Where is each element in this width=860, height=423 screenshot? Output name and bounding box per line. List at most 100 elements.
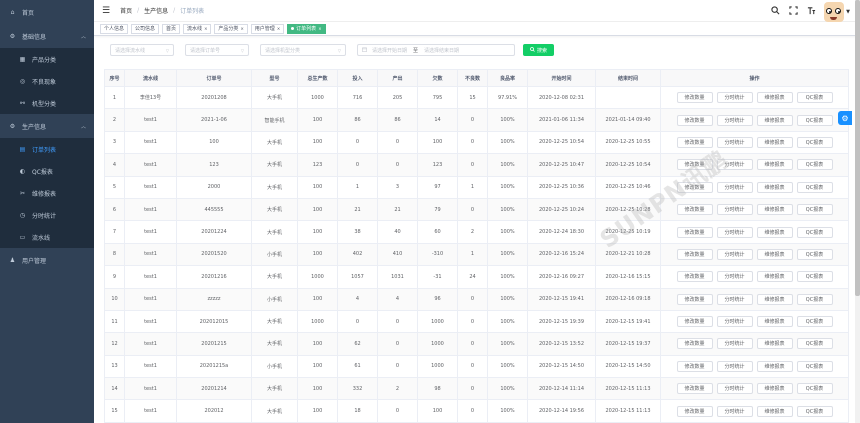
edit-quantity-button[interactable]: 修改数量	[676, 114, 713, 126]
time-stats-button[interactable]: 分时统计	[716, 114, 753, 126]
date-range-picker[interactable]: 请选择开始日期 至 请选择结束日期	[357, 44, 515, 56]
order-select[interactable]: 请选择订单号 ▽	[185, 44, 249, 56]
tag-item[interactable]: 流水线 ×	[183, 23, 212, 34]
qc-report-button[interactable]: QC报表	[796, 293, 833, 305]
close-icon[interactable]: ×	[318, 26, 321, 31]
sidebar-item[interactable]: ◎ 不良现象	[0, 70, 94, 92]
breadcrumb-home[interactable]: 首页	[120, 6, 132, 15]
repair-report-button[interactable]: 维修报表	[756, 114, 793, 126]
tag-item[interactable]: 用户管理 ×	[250, 23, 285, 34]
repair-report-button[interactable]: 维修报表	[756, 159, 793, 171]
start-date-placeholder[interactable]: 请选择开始日期	[372, 47, 407, 54]
edit-quantity-button[interactable]: 修改数量	[676, 204, 713, 216]
tag-item[interactable]: 公司信息	[131, 23, 160, 34]
search-button[interactable]: 搜索	[523, 44, 554, 56]
edit-quantity-button[interactable]: 修改数量	[676, 293, 713, 305]
qc-report-button[interactable]: QC报表	[796, 338, 833, 350]
time-stats-button[interactable]: 分时统计	[716, 136, 753, 148]
edit-quantity-button[interactable]: 修改数量	[676, 360, 713, 372]
time-stats-button[interactable]: 分时统计	[716, 226, 753, 238]
avatar[interactable]	[824, 2, 845, 22]
close-icon[interactable]: ×	[277, 26, 280, 31]
close-icon[interactable]: ×	[204, 26, 207, 31]
sidebar-item[interactable]: ◷ 分时统计	[0, 204, 94, 226]
caret-down-icon[interactable]: ▼	[846, 9, 850, 15]
edit-quantity-button[interactable]: 修改数量	[676, 181, 713, 193]
repair-report-button[interactable]: 维修报表	[756, 360, 793, 372]
repair-report-button[interactable]: 维修报表	[756, 92, 793, 104]
repair-report-button[interactable]: 维修报表	[756, 293, 793, 305]
edit-quantity-button[interactable]: 修改数量	[676, 316, 713, 328]
repair-report-button[interactable]: 维修报表	[756, 226, 793, 238]
qc-report-button[interactable]: QC报表	[796, 181, 833, 193]
sidebar-item[interactable]: ⌂ 首页	[0, 0, 94, 24]
scrollbar[interactable]	[855, 0, 860, 423]
time-stats-button[interactable]: 分时统计	[716, 271, 753, 283]
breadcrumb-production[interactable]: 生产信息	[144, 6, 168, 15]
time-stats-button[interactable]: 分时统计	[716, 338, 753, 350]
edit-quantity-button[interactable]: 修改数量	[676, 248, 713, 260]
sidebar-item[interactable]: ◐ QC报表	[0, 160, 94, 182]
time-stats-button[interactable]: 分时统计	[716, 92, 753, 104]
tag-item[interactable]: 订单列表 ×	[287, 23, 326, 34]
qc-report-button[interactable]: QC报表	[796, 204, 833, 216]
time-stats-button[interactable]: 分时统计	[716, 293, 753, 305]
sidebar-item[interactable]: ⚙ 生产信息 ︿	[0, 114, 94, 138]
sidebar-item[interactable]: ⚙ 基础信息 ︿	[0, 24, 94, 48]
close-icon[interactable]: ×	[240, 26, 243, 31]
qc-report-button[interactable]: QC报表	[796, 92, 833, 104]
edit-quantity-button[interactable]: 修改数量	[676, 338, 713, 350]
time-stats-button[interactable]: 分时统计	[716, 248, 753, 260]
sidebar-item[interactable]: ♟ 用户管理	[0, 248, 94, 272]
qc-report-button[interactable]: QC报表	[796, 360, 833, 372]
settings-fab[interactable]: ⚙	[838, 111, 852, 125]
time-stats-button[interactable]: 分时统计	[716, 383, 753, 395]
qc-report-button[interactable]: QC报表	[796, 114, 833, 126]
line-select[interactable]: 请选择流水线 ▽	[110, 44, 174, 56]
repair-report-button[interactable]: 维修报表	[756, 383, 793, 395]
repair-report-button[interactable]: 维修报表	[756, 136, 793, 148]
qc-report-button[interactable]: QC报表	[796, 316, 833, 328]
repair-report-button[interactable]: 维修报表	[756, 405, 793, 417]
repair-report-button[interactable]: 维修报表	[756, 248, 793, 260]
edit-quantity-button[interactable]: 修改数量	[676, 92, 713, 104]
time-stats-button[interactable]: 分时统计	[716, 159, 753, 171]
tag-item[interactable]: 产品分类 ×	[214, 23, 248, 34]
edit-quantity-button[interactable]: 修改数量	[676, 136, 713, 148]
qc-report-button[interactable]: QC报表	[796, 159, 833, 171]
time-stats-button[interactable]: 分时统计	[716, 360, 753, 372]
fullscreen-icon[interactable]	[789, 6, 798, 18]
repair-report-button[interactable]: 维修报表	[756, 316, 793, 328]
qc-report-button[interactable]: QC报表	[796, 405, 833, 417]
sidebar-item[interactable]: ▤ 订单列表	[0, 138, 94, 160]
end-date-placeholder[interactable]: 请选择结束日期	[424, 47, 459, 54]
scrollbar-thumb[interactable]	[855, 0, 860, 296]
qc-report-button[interactable]: QC报表	[796, 383, 833, 395]
repair-report-button[interactable]: 维修报表	[756, 204, 793, 216]
hamburger-icon[interactable]: ☰	[102, 6, 110, 16]
repair-report-button[interactable]: 维修报表	[756, 271, 793, 283]
sidebar-item[interactable]: ✂ 维修报表	[0, 182, 94, 204]
qc-report-button[interactable]: QC报表	[796, 248, 833, 260]
font-size-icon[interactable]	[807, 6, 816, 18]
time-stats-button[interactable]: 分时统计	[716, 405, 753, 417]
qc-report-button[interactable]: QC报表	[796, 136, 833, 148]
time-stats-button[interactable]: 分时统计	[716, 181, 753, 193]
edit-quantity-button[interactable]: 修改数量	[676, 159, 713, 171]
search-icon[interactable]	[771, 6, 780, 18]
qc-report-button[interactable]: QC报表	[796, 271, 833, 283]
edit-quantity-button[interactable]: 修改数量	[676, 271, 713, 283]
edit-quantity-button[interactable]: 修改数量	[676, 383, 713, 395]
edit-quantity-button[interactable]: 修改数量	[676, 226, 713, 238]
model-select[interactable]: 请选择机型分类 ▽	[260, 44, 346, 56]
qc-report-button[interactable]: QC报表	[796, 226, 833, 238]
time-stats-button[interactable]: 分时统计	[716, 316, 753, 328]
repair-report-button[interactable]: 维修报表	[756, 181, 793, 193]
tag-item[interactable]: 个人信息	[100, 23, 129, 34]
tag-item[interactable]: 首页	[162, 23, 181, 34]
sidebar-item[interactable]: ⚯ 机型分类	[0, 92, 94, 114]
time-stats-button[interactable]: 分时统计	[716, 204, 753, 216]
sidebar-item[interactable]: ▭ 流水线	[0, 226, 94, 248]
repair-report-button[interactable]: 维修报表	[756, 338, 793, 350]
edit-quantity-button[interactable]: 修改数量	[676, 405, 713, 417]
